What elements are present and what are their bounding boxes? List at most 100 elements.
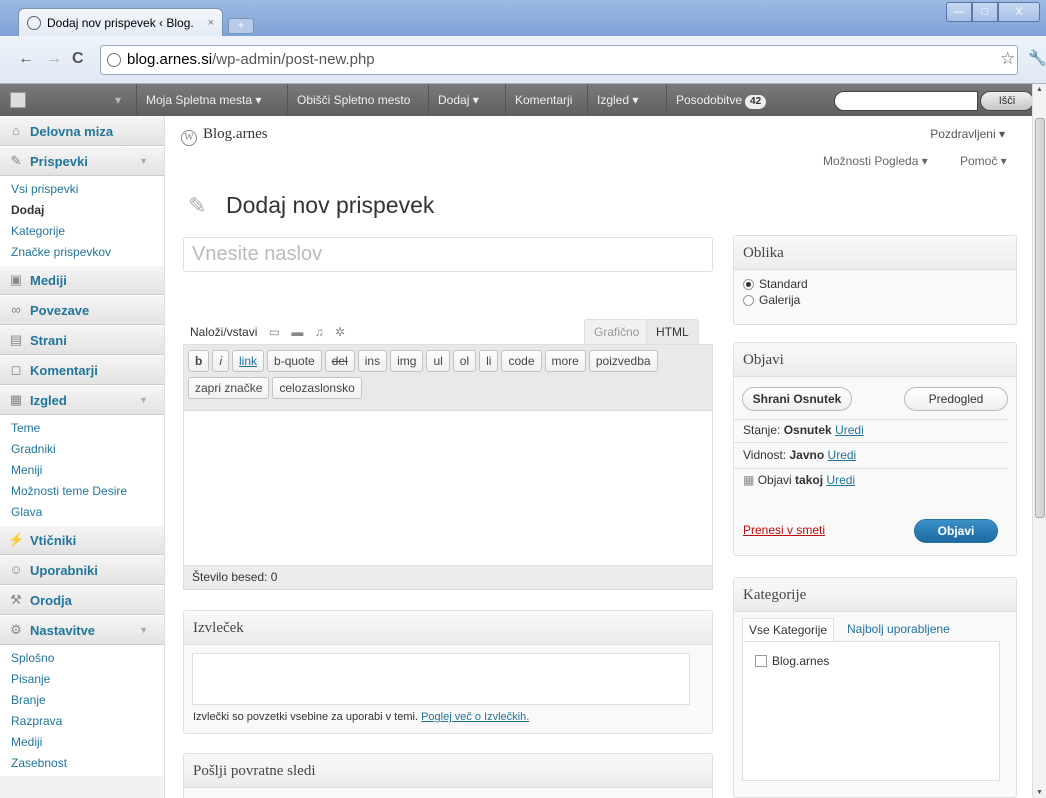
avatar[interactable]: [10, 92, 26, 108]
submenu-discussion[interactable]: Razprava: [0, 711, 164, 732]
submenu-menus[interactable]: Meniji: [0, 460, 164, 481]
adminbar-comments[interactable]: Komentarji: [505, 84, 581, 116]
adminbar-visit-site[interactable]: Obišči Spletno mesto: [287, 84, 419, 116]
adminbar-search-input[interactable]: [834, 91, 978, 111]
help-button[interactable]: Pomoč ▾: [960, 154, 1007, 168]
submenu-media[interactable]: Mediji: [0, 732, 164, 753]
format-standard-radio[interactable]: Standard: [743, 277, 1007, 291]
sidebar-item-media[interactable]: ▣ Mediji: [0, 265, 164, 295]
move-to-trash-link[interactable]: Prenesi v smeti: [743, 523, 825, 537]
excerpt-learn-more-link[interactable]: Poglej več o Izvlečkih.: [421, 711, 529, 723]
submenu-theme-options[interactable]: Možnosti teme Desire: [0, 481, 164, 502]
submenu-tags[interactable]: Značke prispevkov: [0, 242, 164, 263]
adminbar-my-sites[interactable]: Moja Spletna mesta ▾: [136, 84, 270, 116]
edit-status-link[interactable]: Uredi: [835, 423, 864, 437]
qt-ul-button[interactable]: ul: [426, 350, 450, 372]
publish-title[interactable]: Objavi: [734, 343, 1016, 377]
sidebar-item-users[interactable]: ☺ Uporabniki: [0, 555, 164, 585]
qt-ins-button[interactable]: ins: [357, 350, 388, 372]
collapse-arrow-icon[interactable]: ▼: [139, 395, 148, 405]
add-image-icon[interactable]: ▭: [269, 325, 280, 339]
content-textarea[interactable]: [183, 410, 713, 566]
qt-ol-button[interactable]: ol: [452, 350, 477, 372]
adminbar-add-new[interactable]: Dodaj ▾: [428, 84, 488, 116]
url-bar[interactable]: blog.arnes.si/wp-admin/post-new.php: [100, 45, 1018, 75]
adminbar-appearance[interactable]: Izgled ▾: [587, 84, 647, 116]
tab-all-categories[interactable]: Vse Kategorije: [742, 618, 835, 642]
post-title-input[interactable]: Vnesite naslov: [183, 237, 713, 272]
tab-html[interactable]: HTML: [646, 319, 699, 344]
radio-unselected[interactable]: [743, 294, 754, 306]
close-icon[interactable]: ×: [208, 17, 214, 29]
category-checkbox-item[interactable]: Blog.arnes: [755, 654, 829, 668]
avatar-dropdown-arrow[interactable]: ▾: [106, 84, 130, 116]
collapse-arrow-icon[interactable]: ▼: [139, 625, 148, 635]
sidebar-item-tools[interactable]: ⚒ Orodja: [0, 585, 164, 615]
page-scrollbar[interactable]: ▲ ▼: [1032, 84, 1046, 798]
scrollbar-thumb[interactable]: [1035, 118, 1045, 518]
sidebar-item-settings[interactable]: ⚙ Nastavitve ▼: [0, 615, 164, 645]
sidebar-item-links[interactable]: ∞ Povezave: [0, 295, 164, 325]
bookmark-star-icon[interactable]: ☆: [1000, 49, 1015, 69]
sidebar-item-posts[interactable]: ✎ Prispevki ▼: [0, 146, 164, 176]
submenu-general[interactable]: Splošno: [0, 648, 164, 669]
site-name[interactable]: Blog.arnes: [203, 126, 268, 142]
excerpt-textarea[interactable]: [192, 653, 690, 705]
wrench-icon[interactable]: 🔧: [1028, 49, 1046, 67]
edit-schedule-link[interactable]: Uredi: [826, 473, 855, 487]
sidebar-item-pages[interactable]: ▤ Strani: [0, 325, 164, 355]
excerpt-title[interactable]: Izvleček: [184, 611, 712, 645]
preview-button[interactable]: Predogled: [904, 387, 1008, 411]
back-button[interactable]: ←: [18, 50, 34, 68]
browser-tab[interactable]: Dodaj nov prispevek ‹ Blog. ×: [18, 8, 223, 36]
qt-close-tags-button[interactable]: zapri značke: [188, 377, 270, 399]
qt-link-button[interactable]: link: [232, 350, 265, 372]
submenu-widgets[interactable]: Gradniki: [0, 439, 164, 460]
sidebar-item-plugins[interactable]: ⚡ Vtičniki: [0, 525, 164, 555]
maximize-button[interactable]: □: [972, 2, 998, 22]
scroll-down-icon[interactable]: ▼: [1036, 789, 1043, 796]
submenu-categories[interactable]: Kategorije: [0, 221, 164, 242]
adminbar-updates[interactable]: Posodobitve 42: [666, 84, 775, 116]
sidebar-item-dashboard[interactable]: ⌂ Delovna miza: [0, 116, 164, 146]
sidebar-item-comments[interactable]: ◻ Komentarji: [0, 355, 164, 385]
window-close-button[interactable]: X: [998, 2, 1040, 22]
qt-img-button[interactable]: img: [390, 350, 424, 372]
qt-code-button[interactable]: code: [501, 350, 542, 372]
add-media-icon[interactable]: ✲: [335, 325, 345, 339]
trackbacks-title[interactable]: Pošlji povratne sledi: [184, 754, 712, 788]
format-gallery-radio[interactable]: Galerija: [743, 293, 1007, 307]
qt-bold-button[interactable]: b: [188, 350, 210, 372]
submenu-all-posts[interactable]: Vsi prispevki: [0, 179, 164, 200]
tab-visual[interactable]: Grafično: [584, 319, 650, 344]
checkbox[interactable]: [755, 655, 767, 667]
publish-button[interactable]: Objavi: [914, 519, 998, 543]
add-audio-icon[interactable]: ♫: [315, 325, 324, 339]
radio-selected[interactable]: [743, 278, 754, 290]
new-tab-button[interactable]: +: [228, 18, 254, 34]
qt-fullscreen-button[interactable]: celozaslonsko: [272, 377, 362, 399]
minimize-button[interactable]: —: [946, 2, 972, 22]
scroll-up-icon[interactable]: ▲: [1036, 86, 1043, 93]
forward-button[interactable]: →: [46, 50, 62, 68]
edit-visibility-link[interactable]: Uredi: [828, 448, 857, 462]
qt-more-button[interactable]: more: [544, 350, 586, 372]
submenu-privacy[interactable]: Zasebnost: [0, 753, 164, 774]
submenu-header[interactable]: Glava: [0, 502, 164, 523]
qt-italic-button[interactable]: i: [212, 350, 230, 372]
format-title[interactable]: Oblika: [734, 236, 1016, 270]
qt-lookup-button[interactable]: poizvedba: [588, 350, 658, 372]
add-video-icon[interactable]: ▬: [291, 325, 303, 339]
adminbar-search-button[interactable]: Išči: [980, 91, 1034, 111]
submenu-writing[interactable]: Pisanje: [0, 669, 164, 690]
qt-del-button[interactable]: del: [324, 350, 355, 372]
reload-button[interactable]: C: [72, 50, 84, 68]
submenu-reading[interactable]: Branje: [0, 690, 164, 711]
qt-blockquote-button[interactable]: b-quote: [267, 350, 322, 372]
submenu-add-new[interactable]: Dodaj: [0, 200, 164, 221]
submenu-themes[interactable]: Teme: [0, 418, 164, 439]
screen-options-button[interactable]: Možnosti Pogleda ▾: [823, 154, 928, 168]
sidebar-item-appearance[interactable]: ▦ Izgled ▼: [0, 385, 164, 415]
collapse-arrow-icon[interactable]: ▼: [139, 156, 148, 166]
qt-li-button[interactable]: li: [479, 350, 499, 372]
